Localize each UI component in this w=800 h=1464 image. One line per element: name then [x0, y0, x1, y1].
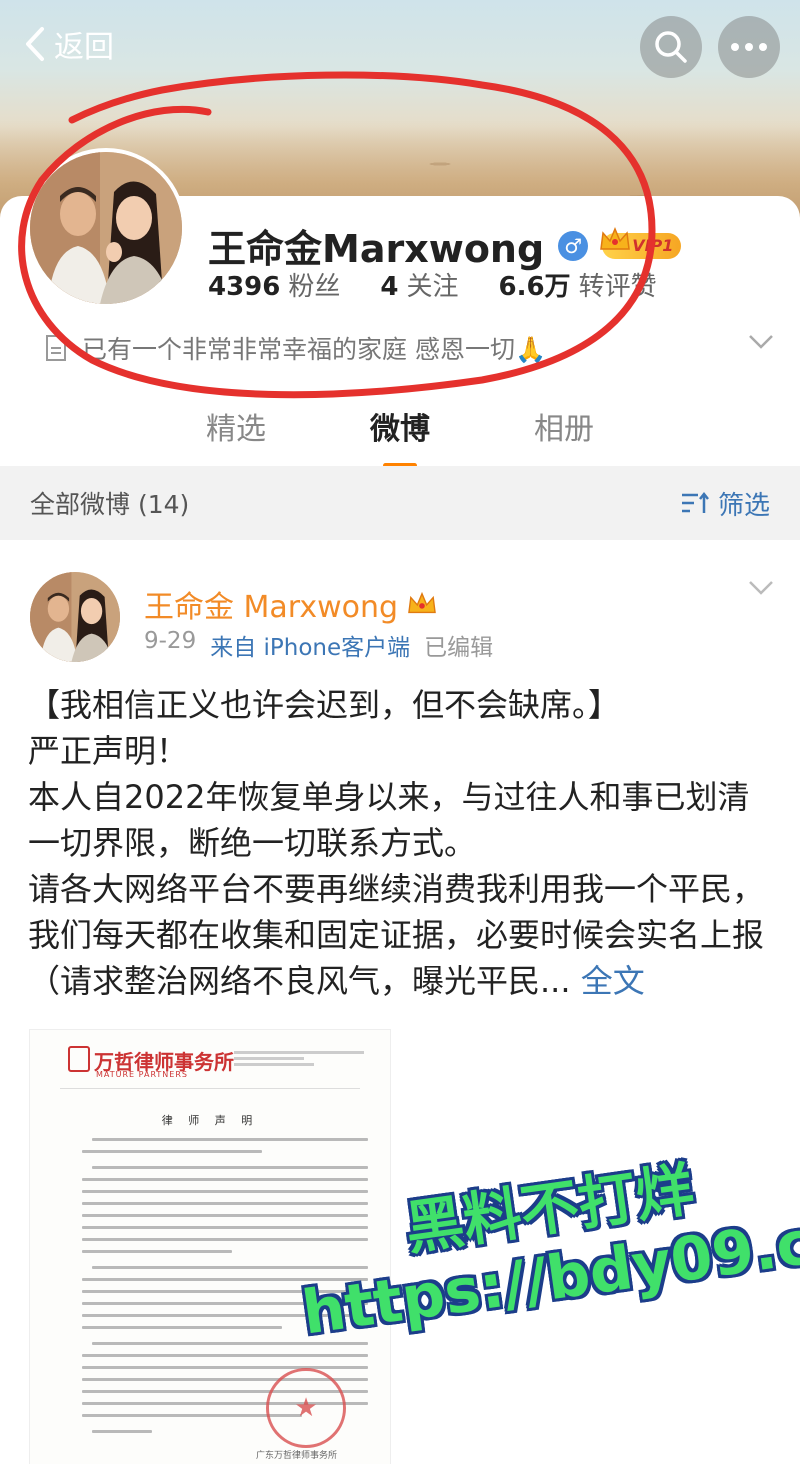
tab-weibo-label: 微博: [370, 412, 430, 447]
followers-stat[interactable]: 4396 粉丝: [208, 266, 340, 303]
post-line: 本人自2022年恢复单身以来，与过往人和事已划清一切界限，断绝一切联系方式。: [28, 778, 750, 862]
post-author-name: 王命金 Marxwong: [144, 590, 399, 625]
post-image-document[interactable]: 万哲律师事务所 MATURE PARTNERS 律 师 声 明 ★ 广东万哲律师: [30, 1030, 390, 1464]
doc-header-contact: [234, 1048, 374, 1069]
more-button[interactable]: [718, 16, 780, 78]
search-icon: [655, 31, 687, 63]
post-avatar[interactable]: [30, 572, 120, 662]
law-firm-sub: MATURE PARTNERS: [96, 1070, 188, 1079]
tab-album[interactable]: 相册: [482, 396, 646, 456]
post-meta: 9-29 来自 iPhone客户端 已编辑: [144, 628, 493, 662]
post-date: 9-29: [144, 628, 197, 654]
full-text-link[interactable]: 全文: [581, 962, 645, 1000]
tab-album-label: 相册: [534, 412, 594, 447]
followers-count: 4396: [208, 272, 281, 302]
back-button[interactable]: 返回: [22, 22, 114, 66]
doc-divider: [60, 1088, 360, 1089]
tab-featured-label: 精选: [206, 412, 266, 447]
tab-featured[interactable]: 精选: [154, 396, 318, 456]
doc-signature: 广东万哲律师事务所: [256, 1451, 338, 1461]
vip-badge[interactable]: VIP1: [600, 226, 682, 259]
post-author[interactable]: 王命金 Marxwong: [144, 582, 438, 626]
law-firm-logo-icon: [68, 1046, 90, 1072]
following-count: 4: [380, 272, 399, 302]
search-button[interactable]: [640, 16, 702, 78]
profile-bio[interactable]: 已有一个非常非常幸福的家庭 感恩一切🙏: [44, 330, 546, 366]
back-label: 返回: [54, 30, 114, 65]
chevron-down-icon[interactable]: [748, 334, 774, 350]
more-dots-icon: [731, 43, 767, 51]
bio-text: 已有一个非常非常幸福的家庭 感恩一切🙏: [82, 335, 547, 364]
post-line: 严正声明！: [28, 732, 189, 770]
filter-label: 筛选: [717, 490, 770, 521]
crown-icon: [408, 591, 436, 614]
avatar[interactable]: [26, 148, 186, 308]
male-gender-icon: ♂: [558, 230, 589, 261]
post-body[interactable]: 【我相信正义也许会迟到，但不会缺席。】 严正声明！ 本人自2022年恢复单身以来…: [28, 682, 773, 1004]
filter-icon: [681, 491, 709, 513]
post-edited: 已编辑: [424, 635, 494, 661]
avatar-image: [30, 152, 182, 304]
profile-name: 王命金Marxwong: [208, 227, 545, 271]
couple-photo-icon: [30, 152, 182, 304]
filter-bar: 全部微博 (14) 筛选: [0, 466, 800, 540]
post-line: 请各大网络平台不要再继续消费我利用我一个平民，我们每天都在收集和固定证据，必要时…: [28, 866, 773, 1004]
filter-button[interactable]: 筛选: [680, 485, 770, 522]
doc-title: 律 师 声 明: [161, 1114, 259, 1127]
chevron-left-icon: [26, 27, 44, 61]
likes-stat[interactable]: 6.6万 转评赞: [499, 266, 657, 303]
profile-tabs: 精选 微博 相册: [0, 396, 800, 468]
chevron-down-icon[interactable]: [748, 580, 774, 596]
tab-weibo[interactable]: 微博: [318, 396, 482, 468]
profile-name-row: 王命金Marxwong ♂ VIP1: [208, 218, 682, 273]
following-label: 关注: [406, 272, 459, 302]
profile-stats: 4396 粉丝 4 关注 6.6万 转评赞: [208, 266, 657, 303]
followers-label: 粉丝: [288, 272, 341, 302]
likes-label: 转评赞: [578, 272, 657, 302]
likes-count: 6.6万: [498, 272, 571, 302]
following-stat[interactable]: 4 关注: [380, 266, 458, 303]
official-seal-icon: ★: [266, 1368, 346, 1448]
crown-icon: [600, 226, 631, 250]
post-source[interactable]: 来自 iPhone客户端: [210, 628, 410, 662]
post-line: 【我相信正义也许会迟到，但不会缺席。】: [28, 686, 621, 724]
vip-label: VIP1: [632, 236, 674, 255]
post-line-text: 请各大网络平台不要再继续消费我利用我一个平民，我们每天都在收集和固定证据，必要时…: [28, 870, 765, 1000]
all-posts-count: 全部微博 (14): [30, 490, 190, 519]
document-icon: [46, 335, 66, 361]
couple-photo-icon: [30, 572, 120, 662]
